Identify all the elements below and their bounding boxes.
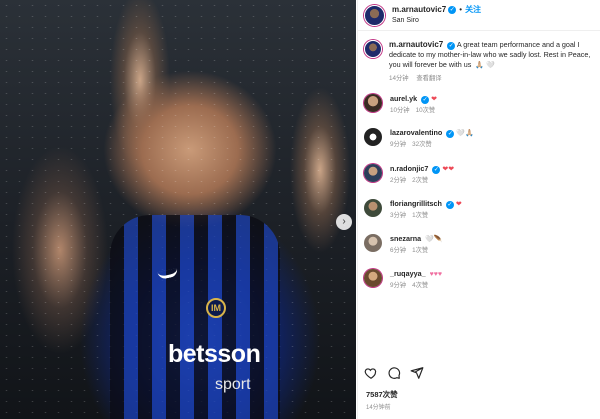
comment-text: 🤍🙏🏼 — [456, 130, 474, 137]
verified-badge-icon: ✓ — [446, 130, 455, 138]
comment-likes[interactable]: 4次赞 — [412, 282, 428, 289]
post-side-panel: m.arnautovic7 ✓ • 关注 San Siro m.arnautov… — [357, 0, 600, 419]
caption-emoji: 🙏🏼 🤍 — [475, 61, 495, 69]
author-avatar[interactable] — [364, 40, 382, 58]
comment-time: 9分钟 — [390, 141, 407, 148]
comment-likes[interactable]: 2次赞 — [412, 177, 428, 184]
verified-badge-icon: ✓ — [432, 166, 441, 174]
caption-username[interactable]: m.arnautovic7 — [389, 40, 443, 49]
comment-row: n.radonjic7 ✓ ❤❤ 2分钟 2次赞 — [364, 164, 594, 186]
commenter-username[interactable]: snezarna — [390, 234, 421, 243]
commenter-avatar[interactable] — [364, 234, 382, 252]
comment-time: 3分钟 — [390, 212, 407, 219]
comment-row: aurel.yk ✓ ❤ 10分钟 10次赞 — [364, 94, 594, 116]
post-header: m.arnautovic7 ✓ • 关注 San Siro — [358, 0, 600, 31]
comment-row: snezarna 🤍🪶 6分钟 1次赞 — [364, 234, 594, 256]
chevron-right-icon[interactable]: › — [336, 214, 352, 230]
commenter-avatar[interactable] — [364, 94, 382, 112]
see-translation-link[interactable]: 查看翻译 — [416, 75, 441, 82]
separator-dot: • — [459, 4, 463, 14]
commenter-avatar[interactable] — [364, 269, 382, 287]
verified-badge-icon: ✓ — [447, 42, 456, 50]
jersey — [110, 215, 280, 419]
like-count[interactable]: 7587次赞 — [366, 389, 398, 400]
commenter-avatar[interactable] — [364, 199, 382, 217]
comment-row: lazarovalentino ✓ 🤍🙏🏼 9分钟 32次赞 — [364, 128, 594, 150]
club-crest: IM — [206, 298, 226, 318]
action-bar — [364, 366, 424, 380]
commenter-username[interactable]: aurel.yk — [390, 94, 417, 103]
commenter-username[interactable]: floriangrillitsch — [390, 199, 442, 208]
comment-likes[interactable]: 1次赞 — [412, 212, 428, 219]
caption-time: 14分钟 — [389, 75, 409, 83]
commenter-username[interactable]: lazarovalentino — [390, 128, 442, 137]
commenter-avatar[interactable] — [364, 128, 382, 146]
verified-badge-icon: ✓ — [448, 6, 457, 15]
comment-text: ❤ — [431, 96, 438, 103]
heart-icon[interactable] — [364, 366, 378, 380]
comment-time: 9分钟 — [390, 282, 407, 289]
comment-likes[interactable]: 32次赞 — [412, 141, 432, 148]
comment-text: ♥♥♥ — [429, 271, 443, 278]
commenter-username[interactable]: _ruqayya_ — [390, 269, 426, 278]
comment-text: 🤍🪶 — [425, 236, 443, 243]
comment-text: ❤❤ — [442, 166, 455, 173]
jersey-sponsor: betsson — [168, 340, 261, 368]
jersey-sponsor-sub: sport — [215, 376, 251, 393]
post-time: 14分钟前 — [366, 405, 391, 411]
post-location[interactable]: San Siro — [392, 17, 481, 25]
author-avatar[interactable] — [364, 4, 385, 26]
share-icon[interactable] — [410, 366, 424, 380]
comment-text: ❤ — [455, 201, 462, 208]
post-photo: IM betsson sport — [0, 0, 356, 419]
comments-list: m.arnautovic7 ✓ A great team performance… — [358, 36, 600, 84]
comment-time: 10分钟 — [390, 107, 410, 114]
comment-icon[interactable] — [387, 366, 401, 380]
comment-time: 6分钟 — [390, 247, 407, 254]
author-username[interactable]: m.arnautovic7 — [392, 5, 446, 15]
comment-time: 2分钟 — [390, 177, 407, 184]
follow-button[interactable]: 关注 — [465, 5, 481, 15]
comment-row: _ruqayya_ ♥♥♥ 9分钟 4次赞 — [364, 269, 594, 291]
commenter-avatar[interactable] — [364, 164, 382, 182]
verified-badge-icon: ✓ — [421, 96, 430, 104]
comment-likes[interactable]: 1次赞 — [412, 247, 428, 254]
post-caption: m.arnautovic7 ✓ A great team performance… — [358, 36, 600, 84]
comment-likes[interactable]: 10次赞 — [416, 107, 436, 114]
verified-badge-icon: ✓ — [445, 201, 454, 209]
comment-row: floriangrillitsch ✓ ❤ 3分钟 1次赞 — [364, 199, 594, 221]
commenter-username[interactable]: n.radonjic7 — [390, 164, 428, 173]
